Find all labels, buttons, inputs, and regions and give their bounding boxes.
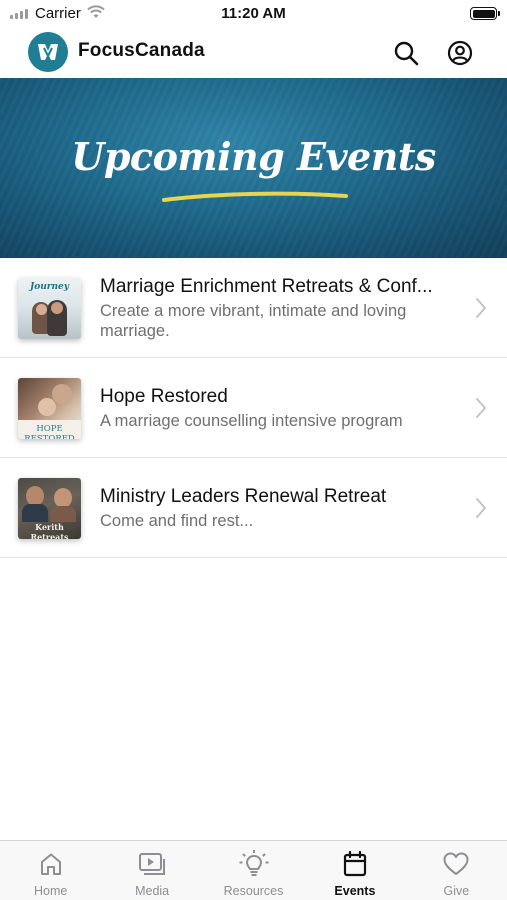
event-title: Ministry Leaders Renewal Retreat [100, 486, 387, 507]
upcoming-events-banner: Upcoming Events [0, 78, 507, 258]
chevron-right-icon [476, 398, 486, 418]
calendar-icon [343, 850, 367, 877]
app-header: FocusCanada [0, 28, 507, 78]
tab-label: Give [443, 884, 470, 898]
tab-home[interactable]: Home [0, 841, 101, 900]
lightbulb-icon [239, 850, 269, 876]
banner-underline [162, 191, 348, 202]
tab-media[interactable]: Media [101, 841, 202, 900]
battery-icon [470, 7, 500, 20]
tab-label: Events [334, 884, 376, 898]
media-icon [139, 853, 166, 875]
account-button[interactable] [445, 38, 475, 68]
clock: 11:20 AM [221, 5, 286, 22]
heart-icon [443, 852, 469, 875]
app-brand-title: FocusCanada [78, 40, 205, 61]
chevron-right-icon [476, 298, 486, 318]
event-subtitle: Come and find rest... [100, 512, 254, 530]
event-row[interactable]: HOPE RESTORED Hope Restored A marriage c… [0, 358, 507, 458]
tab-label: Media [135, 884, 170, 898]
tab-label: Resources [223, 884, 284, 898]
event-title: Hope Restored [100, 386, 228, 407]
tab-events[interactable]: Events [304, 841, 405, 900]
thumbnail-text: Kerith Retreats [30, 522, 69, 539]
event-thumbnail: HOPE RESTORED [18, 378, 81, 439]
event-title: Marriage Enrichment Retreats & Conf... [100, 276, 433, 297]
account-icon [447, 40, 473, 66]
tab-resources[interactable]: Resources [203, 841, 304, 900]
thumbnail-text: Journey [29, 282, 70, 292]
search-button[interactable] [391, 38, 421, 68]
thumbnail-text: HOPE RESTORED [24, 424, 75, 439]
focus-logo-icon[interactable] [28, 32, 68, 72]
home-icon [40, 853, 61, 875]
banner-title: Upcoming Events [71, 134, 436, 179]
event-thumbnail: Kerith Retreats [18, 478, 81, 539]
event-list: Journey Marriage Enrichment Retreats & C… [0, 258, 507, 558]
event-subtitle: Create a more vibrant, intimate and lovi… [100, 302, 407, 340]
tab-label: Home [34, 884, 68, 898]
event-subtitle: A marriage counselling intensive program [100, 412, 403, 430]
tab-bar: Home Media Resources Events Give [0, 840, 507, 900]
tab-give[interactable]: Give [406, 841, 507, 900]
status-bar: Carrier 11:20 AM [0, 0, 507, 28]
search-icon [394, 41, 419, 66]
event-row[interactable]: Journey Marriage Enrichment Retreats & C… [0, 258, 507, 358]
event-row[interactable]: Kerith Retreats Ministry Leaders Renewal… [0, 458, 507, 558]
chevron-right-icon [476, 498, 486, 518]
event-thumbnail: Journey [18, 278, 81, 339]
